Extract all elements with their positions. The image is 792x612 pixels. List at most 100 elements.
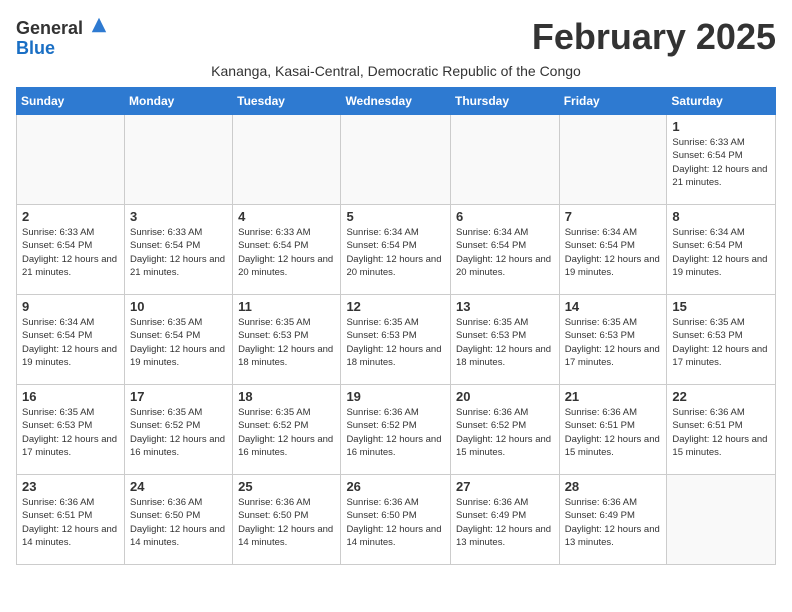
location-subtitle: Kananga, Kasai-Central, Democratic Repub… (16, 63, 776, 79)
calendar-cell: 20 Sunrise: 6:36 AMSunset: 6:52 PMDayligh… (450, 385, 559, 475)
header-day-friday: Friday (559, 88, 667, 115)
day-info: Sunrise: 6:35 AMSunset: 6:53 PMDaylight:… (238, 316, 335, 369)
calendar-cell: 14 Sunrise: 6:35 AMSunset: 6:53 PMDayligh… (559, 295, 667, 385)
calendar-cell (17, 115, 125, 205)
calendar-cell: 4 Sunrise: 6:33 AMSunset: 6:54 PMDaylight… (233, 205, 341, 295)
calendar-cell: 2Sunrise: 6:33 AMSunset: 6:54 PMDaylight… (17, 205, 125, 295)
day-number: 4 (238, 209, 335, 224)
calendar-cell: 22 Sunrise: 6:36 AMSunset: 6:51 PMDayligh… (667, 385, 776, 475)
day-number: 3 (130, 209, 227, 224)
day-info: Sunrise: 6:35 AMSunset: 6:53 PMDaylight:… (22, 406, 119, 459)
calendar-cell: 27 Sunrise: 6:36 AMSunset: 6:49 PMDayligh… (450, 475, 559, 565)
calendar-cell: 26 Sunrise: 6:36 AMSunset: 6:50 PMDayligh… (341, 475, 451, 565)
week-row-3: 16Sunrise: 6:35 AMSunset: 6:53 PMDayligh… (17, 385, 776, 475)
calendar-cell: 3 Sunrise: 6:33 AMSunset: 6:54 PMDaylight… (125, 205, 233, 295)
week-row-1: 2 Sunrise: 6:33 AMSunset: 6:54 PMDaylight… (17, 205, 776, 295)
day-info: Sunrise: 6:36 AMSunset: 6:52 PMDaylight:… (346, 406, 445, 459)
day-info: Sunrise: 6:34 AMSunset: 6:54 PMDaylight:… (346, 226, 445, 279)
day-number: 15 (672, 299, 770, 314)
header-day-sunday: Sunday (17, 88, 125, 115)
day-number: 18 (238, 389, 335, 404)
day-number: 10 (130, 299, 227, 314)
calendar-cell: 1 Sunrise: 6:33 AMSunset: 6:54 PMDaylight… (667, 115, 776, 205)
page-header: General Blue February 2025 (16, 16, 776, 63)
calendar-cell: 9 Sunrise: 6:34 AMSunset: 6:54 PMDaylight… (17, 295, 125, 385)
day-info: Sunrise: 6:35 AMSunset: 6:53 PMDaylight:… (456, 316, 554, 369)
day-number: 12 (346, 299, 445, 314)
day-info: Sunrise: 6:36 AMSunset: 6:50 PMDaylight:… (238, 496, 335, 549)
calendar-cell: 11 Sunrise: 6:35 AMSunset: 6:53 PMDayligh… (233, 295, 341, 385)
calendar-cell: 13Sunrise: 6:35 AMSunset: 6:53 PMDayligh… (450, 295, 559, 385)
day-number: 28 (565, 479, 662, 494)
header-row: SundayMondayTuesdayWednesdayThursdayFrid… (17, 88, 776, 115)
calendar-cell: 15 Sunrise: 6:35 AMSunset: 6:53 PMDayligh… (667, 295, 776, 385)
day-info: Sunrise: 6:34 AMSunset: 6:54 PMDaylight:… (565, 226, 662, 279)
calendar-cell: 16Sunrise: 6:35 AMSunset: 6:53 PMDayligh… (17, 385, 125, 475)
day-number: 2 (22, 209, 119, 224)
day-info: Sunrise: 6:35 AMSunset: 6:54 PMDaylight:… (130, 316, 227, 369)
day-number: 1 (672, 119, 770, 134)
calendar-cell (667, 475, 776, 565)
day-number: 5 (346, 209, 445, 224)
calendar-cell: 21Sunrise: 6:36 AMSunset: 6:51 PMDayligh… (559, 385, 667, 475)
day-info: Sunrise: 6:34 AMSunset: 6:54 PMDaylight:… (456, 226, 554, 279)
calendar-cell: 7Sunrise: 6:34 AMSunset: 6:54 PMDaylight… (559, 205, 667, 295)
day-info: Sunrise: 6:33 AMSunset: 6:54 PMDaylight:… (672, 136, 770, 189)
header-day-saturday: Saturday (667, 88, 776, 115)
calendar-cell: 24Sunrise: 6:36 AMSunset: 6:50 PMDayligh… (125, 475, 233, 565)
month-title: February 2025 (532, 16, 776, 58)
calendar-cell (559, 115, 667, 205)
day-number: 6 (456, 209, 554, 224)
calendar-cell (233, 115, 341, 205)
calendar-cell (450, 115, 559, 205)
calendar-cell: 17 Sunrise: 6:35 AMSunset: 6:52 PMDayligh… (125, 385, 233, 475)
header-day-thursday: Thursday (450, 88, 559, 115)
calendar-cell: 28 Sunrise: 6:36 AMSunset: 6:49 PMDayligh… (559, 475, 667, 565)
day-number: 11 (238, 299, 335, 314)
day-info: Sunrise: 6:33 AMSunset: 6:54 PMDaylight:… (130, 226, 227, 279)
calendar-cell: 19 Sunrise: 6:36 AMSunset: 6:52 PMDayligh… (341, 385, 451, 475)
day-info: Sunrise: 6:35 AMSunset: 6:53 PMDaylight:… (565, 316, 662, 369)
calendar-cell: 23 Sunrise: 6:36 AMSunset: 6:51 PMDayligh… (17, 475, 125, 565)
day-number: 17 (130, 389, 227, 404)
day-number: 19 (346, 389, 445, 404)
calendar-cell: 10 Sunrise: 6:35 AMSunset: 6:54 PMDayligh… (125, 295, 233, 385)
day-info: Sunrise: 6:36 AMSunset: 6:49 PMDaylight:… (456, 496, 554, 549)
calendar-body: 1 Sunrise: 6:33 AMSunset: 6:54 PMDaylight… (17, 115, 776, 565)
day-info: Sunrise: 6:33 AMSunset: 6:54 PMDaylight:… (238, 226, 335, 279)
week-row-0: 1 Sunrise: 6:33 AMSunset: 6:54 PMDaylight… (17, 115, 776, 205)
day-info: Sunrise: 6:34 AMSunset: 6:54 PMDaylight:… (22, 316, 119, 369)
day-info: Sunrise: 6:35 AMSunset: 6:53 PMDaylight:… (346, 316, 445, 369)
calendar-cell: 18Sunrise: 6:35 AMSunset: 6:52 PMDayligh… (233, 385, 341, 475)
title-section: February 2025 (532, 16, 776, 58)
day-number: 23 (22, 479, 119, 494)
day-number: 20 (456, 389, 554, 404)
logo-icon (90, 16, 108, 34)
week-row-4: 23 Sunrise: 6:36 AMSunset: 6:51 PMDayligh… (17, 475, 776, 565)
day-info: Sunrise: 6:36 AMSunset: 6:51 PMDaylight:… (22, 496, 119, 549)
calendar-table: SundayMondayTuesdayWednesdayThursdayFrid… (16, 87, 776, 565)
day-info: Sunrise: 6:35 AMSunset: 6:53 PMDaylight:… (672, 316, 770, 369)
calendar-header: SundayMondayTuesdayWednesdayThursdayFrid… (17, 88, 776, 115)
day-info: Sunrise: 6:36 AMSunset: 6:52 PMDaylight:… (456, 406, 554, 459)
week-row-2: 9 Sunrise: 6:34 AMSunset: 6:54 PMDaylight… (17, 295, 776, 385)
logo: General Blue (16, 16, 108, 59)
day-number: 21 (565, 389, 662, 404)
day-info: Sunrise: 6:35 AMSunset: 6:52 PMDaylight:… (130, 406, 227, 459)
calendar-cell: 8Sunrise: 6:34 AMSunset: 6:54 PMDaylight… (667, 205, 776, 295)
day-number: 25 (238, 479, 335, 494)
day-number: 14 (565, 299, 662, 314)
day-number: 27 (456, 479, 554, 494)
day-info: Sunrise: 6:36 AMSunset: 6:50 PMDaylight:… (130, 496, 227, 549)
calendar-cell: 25 Sunrise: 6:36 AMSunset: 6:50 PMDayligh… (233, 475, 341, 565)
day-number: 9 (22, 299, 119, 314)
logo-general: General (16, 18, 83, 38)
day-info: Sunrise: 6:36 AMSunset: 6:51 PMDaylight:… (672, 406, 770, 459)
day-info: Sunrise: 6:36 AMSunset: 6:50 PMDaylight:… (346, 496, 445, 549)
day-number: 22 (672, 389, 770, 404)
day-number: 26 (346, 479, 445, 494)
calendar-cell (341, 115, 451, 205)
calendar-cell: 5 Sunrise: 6:34 AMSunset: 6:54 PMDaylight… (341, 205, 451, 295)
header-day-tuesday: Tuesday (233, 88, 341, 115)
day-info: Sunrise: 6:36 AMSunset: 6:49 PMDaylight:… (565, 496, 662, 549)
